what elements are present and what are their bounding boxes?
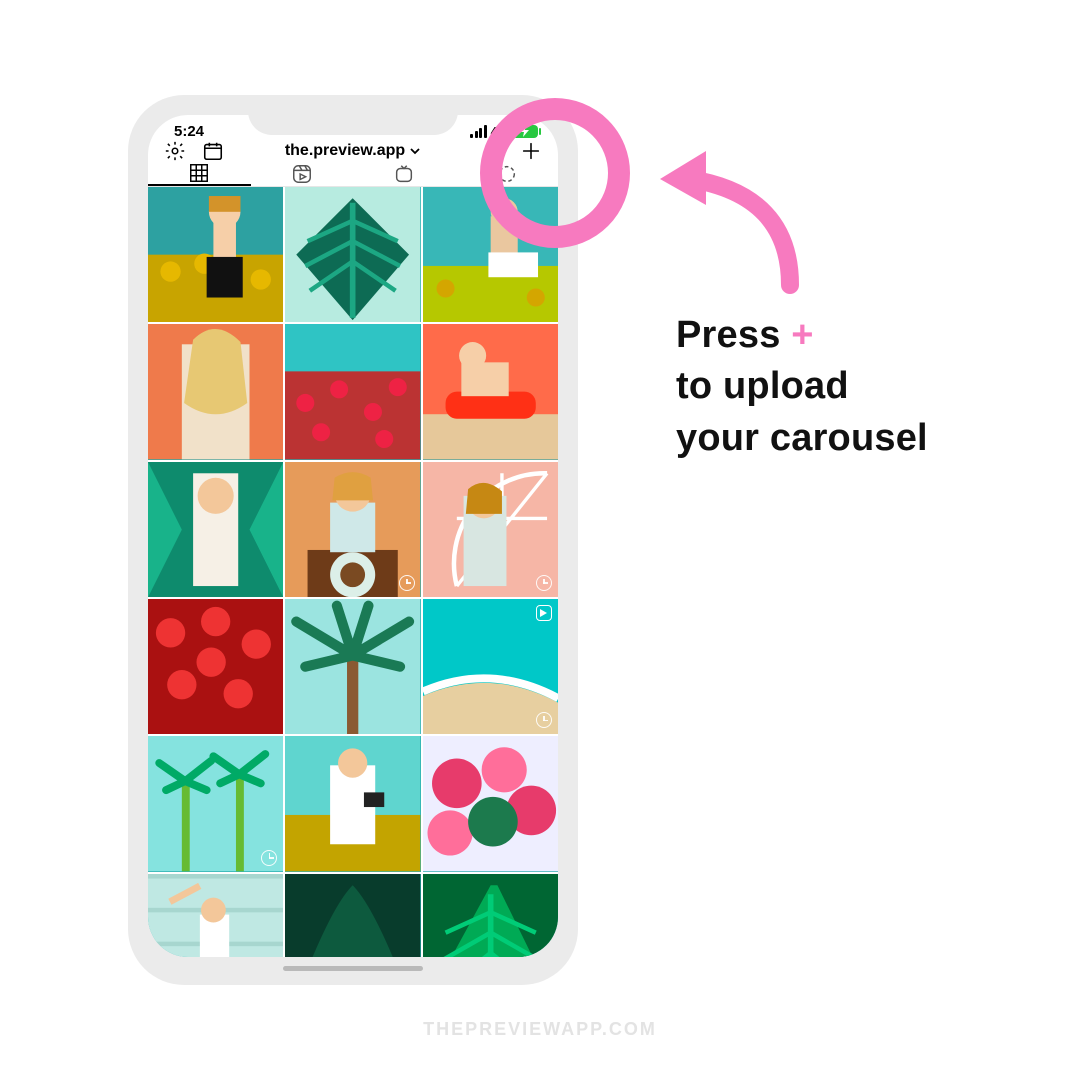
add-button[interactable] [520,140,542,162]
status-time: 5:24 [174,123,204,140]
scheduled-icon [536,575,552,591]
account-name: the.preview.app [285,142,405,160]
tab-reels[interactable] [251,162,354,186]
content-tabs [148,162,558,187]
home-indicator [283,966,423,971]
chevron-down-icon [409,145,421,157]
feed-cell[interactable] [423,599,558,734]
settings-icon[interactable] [164,140,186,162]
arrow-icon [640,145,810,310]
instruction-caption: Press + to upload your carousel [676,310,928,464]
feed-cell[interactable] [285,462,420,597]
feed-cell[interactable] [148,599,283,734]
feed-cell[interactable] [285,874,420,957]
watermark: THEPREVIEWAPP.COM [0,1019,1080,1040]
battery-icon [512,125,538,138]
scheduled-icon [399,575,415,591]
app-header: the.preview.app [148,140,558,162]
caption-text-3: your carousel [676,417,928,459]
caption-text-2: to upload [676,365,849,407]
feed-cell[interactable] [285,187,420,322]
tab-igtv[interactable] [353,162,456,186]
feed-grid[interactable] [148,187,558,957]
feed-cell[interactable] [423,187,558,322]
tab-grid[interactable] [148,162,251,186]
feed-cell[interactable] [148,736,283,871]
tab-stories[interactable] [456,162,559,186]
app-screen: 5:24 4G the.preview.app [148,115,558,957]
feed-cell[interactable] [423,324,558,459]
reel-icon [536,605,552,621]
feed-cell[interactable] [423,736,558,871]
feed-cell[interactable] [285,599,420,734]
caption-text-1: Press [676,314,791,356]
phone-notch [248,95,458,135]
feed-cell[interactable] [148,187,283,322]
feed-cell[interactable] [148,324,283,459]
analytics-icon[interactable] [482,140,504,162]
scheduled-icon [261,850,277,866]
caption-plus: + [791,314,813,356]
calendar-icon[interactable] [202,140,224,162]
feed-cell[interactable] [285,736,420,871]
feed-cell[interactable] [423,462,558,597]
network-label: 4G [491,124,508,139]
feed-cell[interactable] [285,324,420,459]
signal-icon [470,125,487,138]
feed-cell[interactable] [148,874,283,957]
feed-cell[interactable] [148,462,283,597]
phone-mockup: 5:24 4G the.preview.app [128,95,578,985]
account-switcher[interactable]: the.preview.app [285,142,421,160]
feed-cell[interactable] [423,874,558,957]
